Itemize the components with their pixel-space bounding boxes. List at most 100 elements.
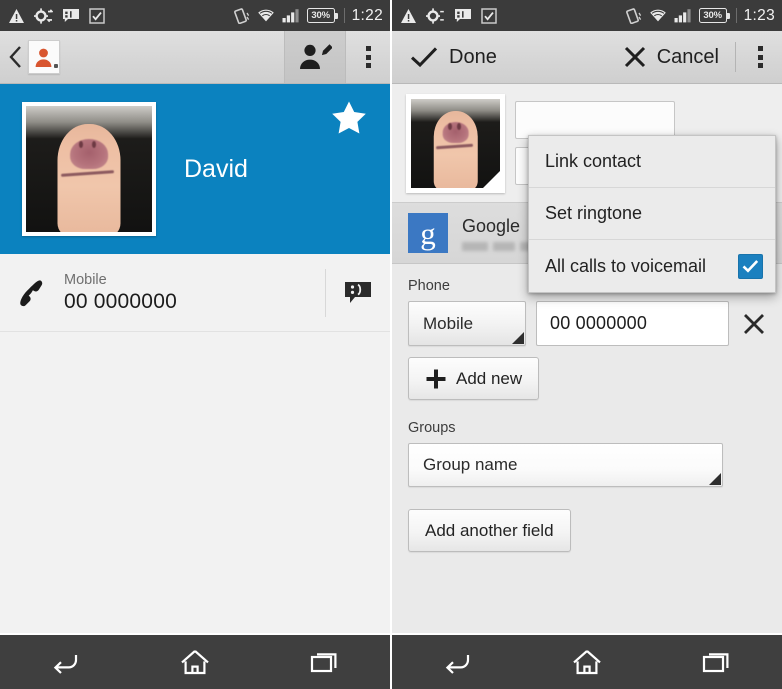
first-name-field[interactable] bbox=[515, 101, 675, 139]
status-bar-right: 30% 1:23 bbox=[392, 0, 782, 31]
phone-detail-row[interactable]: Mobile 00 0000000 bbox=[0, 254, 390, 332]
groups-section-label: Groups bbox=[408, 420, 456, 436]
favorite-star-button[interactable] bbox=[330, 100, 368, 142]
overflow-menu-button[interactable] bbox=[346, 31, 390, 83]
menu-item-label: All calls to voicemail bbox=[545, 255, 707, 276]
contact-photo[interactable] bbox=[22, 102, 156, 236]
status-bar-left-icons bbox=[400, 7, 497, 24]
done-label: Done bbox=[449, 45, 497, 68]
phone-type-label: Mobile bbox=[64, 271, 107, 288]
send-message-button[interactable] bbox=[326, 281, 390, 305]
checkbox-icon bbox=[481, 7, 497, 24]
signal-bars-icon bbox=[674, 9, 691, 23]
nav-bar-left bbox=[0, 633, 390, 689]
menu-item-all-calls-to-voicemail[interactable]: All calls to voicemail bbox=[529, 240, 775, 292]
right-phone-screen: 30% 1:23 Done Cancel g Google Phone Mobi… bbox=[392, 0, 782, 689]
overflow-menu-button[interactable] bbox=[738, 46, 782, 68]
cancel-label: Cancel bbox=[656, 45, 719, 68]
groups-section: Groups Group name Add another field bbox=[392, 400, 782, 552]
edit-contact-button[interactable] bbox=[284, 31, 346, 83]
menu-item-link-contact[interactable]: Link contact bbox=[529, 136, 775, 188]
nav-recents-icon bbox=[702, 653, 729, 673]
phone-number-value: 00 0000000 bbox=[64, 289, 177, 313]
call-button[interactable] bbox=[0, 277, 64, 309]
overflow-menu-icon bbox=[365, 46, 371, 68]
battery-percent-label: 30% bbox=[311, 9, 330, 21]
google-logo-icon: g bbox=[408, 213, 448, 253]
status-bar-right-icons: 30% 1:22 bbox=[232, 7, 383, 24]
contacts-app-button[interactable] bbox=[26, 31, 60, 83]
phone-handset-icon bbox=[20, 279, 43, 306]
nav-home-icon bbox=[573, 649, 601, 674]
star-icon bbox=[332, 101, 366, 134]
nav-back-icon bbox=[53, 655, 78, 674]
voicemail-checkbox[interactable] bbox=[738, 253, 763, 279]
signal-bars-icon bbox=[282, 9, 299, 23]
close-x-icon bbox=[624, 46, 645, 68]
status-bar-left-icons bbox=[8, 7, 105, 24]
person-orange-icon bbox=[35, 48, 52, 67]
contact-name: David bbox=[184, 154, 248, 183]
sync-settings-icon bbox=[426, 7, 444, 24]
close-x-icon bbox=[744, 313, 764, 334]
status-bar-right-icons: 30% 1:23 bbox=[624, 7, 775, 24]
check-icon bbox=[410, 47, 438, 68]
group-name-spinner[interactable]: Group name bbox=[408, 443, 723, 487]
sync-settings-icon bbox=[34, 7, 53, 24]
action-bar-divider bbox=[735, 42, 736, 72]
menu-item-label: Set ringtone bbox=[545, 203, 643, 223]
battery-indicator: 30% bbox=[698, 8, 730, 23]
battery-indicator: 30% bbox=[306, 8, 338, 23]
phone-field-row: Mobile 00 0000000 bbox=[408, 301, 782, 346]
nav-home-button[interactable] bbox=[155, 649, 235, 676]
back-button[interactable] bbox=[0, 31, 26, 83]
menu-item-set-ringtone[interactable]: Set ringtone bbox=[529, 188, 775, 240]
nav-back-button[interactable] bbox=[417, 649, 497, 675]
nav-bar-right bbox=[392, 633, 782, 689]
overflow-popup-menu: Link contact Set ringtone All calls to v… bbox=[528, 135, 776, 293]
status-bar-clock: 1:23 bbox=[735, 8, 775, 24]
check-icon bbox=[742, 260, 759, 273]
phone-detail-text: Mobile 00 0000000 bbox=[64, 272, 325, 314]
message-icon bbox=[63, 9, 79, 22]
message-icon bbox=[455, 9, 471, 22]
nav-home-icon bbox=[181, 649, 209, 674]
vibrate-icon bbox=[625, 7, 641, 24]
add-new-label: Add new bbox=[456, 368, 523, 388]
action-bar-left bbox=[0, 31, 390, 84]
contacts-app-icon bbox=[28, 40, 60, 74]
contact-hero-header: David bbox=[0, 84, 390, 254]
edit-contact-form: g Google Phone Mobile 00 0000000 Add new… bbox=[392, 84, 782, 658]
wifi-icon bbox=[649, 9, 666, 22]
cancel-button[interactable]: Cancel bbox=[616, 31, 727, 83]
add-another-field-button[interactable]: Add another field bbox=[408, 509, 571, 552]
done-button[interactable]: Done bbox=[402, 31, 505, 83]
add-new-phone-button[interactable]: Add new bbox=[408, 357, 540, 400]
battery-percent-label: 30% bbox=[703, 9, 722, 21]
plus-icon bbox=[426, 369, 446, 388]
wifi-icon bbox=[257, 9, 274, 22]
sms-bubble-icon bbox=[345, 281, 371, 303]
contact-photo-image bbox=[26, 106, 152, 232]
phone-number-input[interactable]: 00 0000000 bbox=[536, 301, 729, 346]
delete-phone-button[interactable] bbox=[739, 313, 769, 335]
menu-item-label: Link contact bbox=[545, 151, 642, 171]
vibrate-icon bbox=[233, 7, 249, 24]
dual-screenshot-container: 30% 1:22 David Mobile 00 0000000 30% 1:2… bbox=[0, 0, 782, 689]
back-chevron-icon bbox=[8, 46, 21, 68]
nav-back-button[interactable] bbox=[25, 649, 105, 675]
nav-home-button[interactable] bbox=[547, 649, 627, 676]
warning-triangle-icon bbox=[9, 8, 24, 23]
photo-edit-corner-icon bbox=[483, 170, 500, 188]
warning-triangle-icon bbox=[401, 8, 416, 23]
overflow-menu-icon bbox=[757, 46, 763, 68]
phone-type-spinner[interactable]: Mobile bbox=[408, 301, 526, 346]
nav-recents-button[interactable] bbox=[677, 649, 757, 675]
nav-recents-icon bbox=[310, 653, 337, 673]
status-bar-left: 30% 1:22 bbox=[0, 0, 390, 31]
checkbox-icon bbox=[89, 7, 105, 24]
nav-back-icon bbox=[445, 655, 470, 674]
nav-recents-button[interactable] bbox=[285, 649, 365, 675]
contact-photo[interactable] bbox=[406, 93, 505, 193]
status-bar-clock: 1:22 bbox=[343, 8, 383, 24]
